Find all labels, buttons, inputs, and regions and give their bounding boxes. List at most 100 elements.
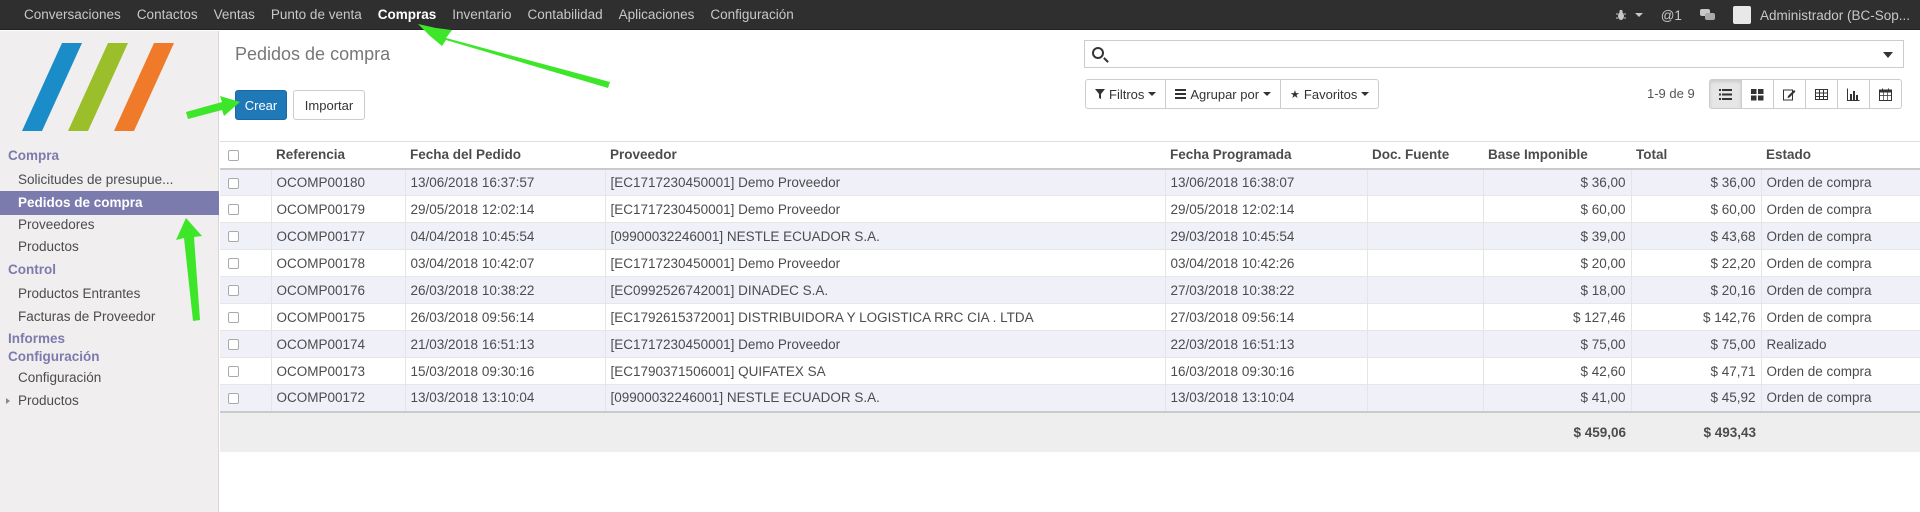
import-button[interactable]: Importar (293, 90, 365, 120)
create-button[interactable]: Crear (235, 90, 287, 120)
base-imponible-sum: $ 459,06 (1483, 410, 1631, 452)
row-checkbox[interactable] (220, 276, 272, 304)
pivot-view-button[interactable] (1805, 79, 1838, 109)
cell-doc-fuente (1367, 276, 1484, 304)
sidebar-item-productos[interactable]: Productos (0, 235, 219, 259)
cell-proveedor: [EC1717230450001] Demo Proveedor (605, 168, 1166, 196)
cell-estado: Orden de compra (1761, 195, 1920, 223)
breadcrumb: Pedidos de compra (235, 44, 391, 64)
row-checkbox[interactable] (220, 384, 272, 412)
user-menu[interactable]: Administrador (BC-Sop... (1732, 6, 1910, 24)
sidebar-item-facturas-de-proveedor[interactable]: Facturas de Proveedor (0, 305, 219, 329)
graph-view-button[interactable] (1837, 79, 1870, 109)
filters-button[interactable]: Filtros (1085, 79, 1167, 109)
favorites-button[interactable]: ★ Favoritos (1280, 79, 1380, 109)
checkbox-icon[interactable] (228, 393, 239, 405)
cell-proveedor: [09900032246001] NESTLE ECUADOR S.A. (605, 222, 1166, 250)
menu-contactos[interactable]: Contactos (129, 0, 206, 30)
cell-fecha-programada: 16/03/2018 09:30:16 (1165, 357, 1368, 385)
chevron-down-icon (1361, 92, 1370, 96)
cell-estado: Realizado (1761, 330, 1920, 358)
form-view-button[interactable] (1773, 79, 1806, 109)
table-row[interactable]: OCOMP00178 03/04/2018 10:42:07 [EC17172304… (220, 249, 1920, 277)
table-row[interactable]: OCOMP00175 26/03/2018 09:56:14 [EC17926153… (220, 303, 1920, 331)
sidebar-item-solicitudes[interactable]: Solicitudes de presupue... (0, 168, 219, 192)
column-estado[interactable]: Estado (1761, 141, 1920, 170)
row-checkbox[interactable] (220, 222, 272, 250)
cell-referencia: OCOMP00177 (271, 222, 406, 250)
checkbox-icon[interactable] (228, 366, 239, 378)
view-switcher (1709, 79, 1902, 109)
mentions-counter[interactable]: @1 (1661, 8, 1682, 23)
sidebar-item-configuracion[interactable]: Configuración (0, 366, 219, 390)
row-checkbox[interactable] (220, 195, 272, 223)
checkbox-icon[interactable] (228, 177, 239, 189)
cell-fecha-del-pedido: 29/05/2018 12:02:14 (405, 195, 606, 223)
pager-value[interactable]: 1-9 de 9 (1647, 86, 1695, 101)
column-doc-fuente[interactable]: Doc. Fuente (1367, 141, 1483, 170)
systray: @1 Administrador (BC-Sop... (1615, 0, 1910, 30)
table-row[interactable]: OCOMP00179 29/05/2018 12:02:14 [EC17172304… (220, 195, 1920, 223)
column-referencia[interactable]: Referencia (271, 141, 405, 170)
table-row[interactable]: OCOMP00177 04/04/2018 10:45:54 [0990003224… (220, 222, 1920, 250)
calendar-view-button[interactable] (1869, 79, 1902, 109)
sidebar-item-config-productos[interactable]: Productos (0, 389, 219, 413)
table-row[interactable]: OCOMP00172 13/03/2018 13:10:04 [0990003224… (220, 384, 1920, 412)
menu-contabilidad[interactable]: Contabilidad (520, 0, 611, 30)
cell-fecha-del-pedido: 13/06/2018 16:37:57 (405, 168, 606, 196)
menu-compras[interactable]: Compras (370, 0, 445, 30)
checkbox-icon[interactable] (228, 312, 239, 324)
sidebar-item-productos-entrantes[interactable]: Productos Entrantes (0, 282, 219, 306)
menu-inventario[interactable]: Inventario (444, 0, 519, 30)
cell-total: $ 75,00 (1631, 330, 1762, 358)
kanban-view-button[interactable] (1741, 79, 1774, 109)
menu-punto-de-venta[interactable]: Punto de venta (263, 0, 370, 30)
checkbox-icon[interactable] (228, 258, 239, 270)
menu-conversaciones[interactable]: Conversaciones (16, 0, 129, 30)
star-icon: ★ (1290, 88, 1300, 101)
table-row[interactable]: OCOMP00180 13/06/2018 16:37:57 [EC17172304… (220, 168, 1920, 196)
column-proveedor[interactable]: Proveedor (605, 141, 1165, 170)
row-checkbox[interactable] (220, 357, 272, 385)
sidebar-section-control: Control (8, 262, 56, 277)
groupby-label: Agrupar por (1190, 86, 1260, 102)
column-base-imponible[interactable]: Base Imponible (1483, 141, 1631, 170)
column-total[interactable]: Total (1631, 141, 1761, 170)
table-row[interactable]: OCOMP00173 15/03/2018 09:30:16 [EC17903715… (220, 357, 1920, 385)
column-fecha-del-pedido[interactable]: Fecha del Pedido (405, 141, 605, 170)
table-footer-totals: $ 459,06 $ 493,43 (220, 410, 1920, 452)
table-row[interactable]: OCOMP00176 26/03/2018 10:38:22 [EC09925267… (220, 276, 1920, 304)
sidebar-item-proveedores[interactable]: Proveedores (0, 213, 219, 237)
row-checkbox[interactable] (220, 303, 272, 331)
checkbox-icon[interactable] (228, 285, 239, 297)
groupby-button[interactable]: Agrupar por (1165, 79, 1282, 109)
checkbox-icon[interactable] (228, 231, 239, 243)
menu-configuracion[interactable]: Configuración (702, 0, 801, 30)
menu-ventas[interactable]: Ventas (206, 0, 263, 30)
checkbox-icon[interactable] (228, 339, 239, 351)
row-checkbox[interactable] (220, 168, 272, 196)
debug-menu[interactable] (1615, 9, 1643, 21)
chevron-down-icon (1263, 92, 1272, 96)
cell-fecha-del-pedido: 15/03/2018 09:30:16 (405, 357, 606, 385)
cell-fecha-del-pedido: 21/03/2018 16:51:13 (405, 330, 606, 358)
row-checkbox[interactable] (220, 330, 272, 358)
checkbox-icon[interactable] (228, 204, 239, 216)
menu-aplicaciones[interactable]: Aplicaciones (611, 0, 703, 30)
column-fecha-programada[interactable]: Fecha Programada (1165, 141, 1367, 170)
select-all-checkbox[interactable] (220, 141, 271, 170)
sidebar-section-informes[interactable]: Informes (8, 331, 65, 346)
cell-proveedor: [EC0992526742001] DINADEC S.A. (605, 276, 1166, 304)
list-view-button[interactable] (1709, 79, 1742, 109)
search-options-toggle[interactable] (1883, 52, 1893, 58)
cell-doc-fuente (1367, 195, 1484, 223)
chat-menu[interactable] (1699, 9, 1715, 21)
cell-fecha-programada: 27/03/2018 10:38:22 (1165, 276, 1368, 304)
search-input[interactable] (1084, 40, 1904, 68)
row-checkbox[interactable] (220, 249, 272, 277)
user-name: Administrador (BC-Sop... (1759, 7, 1910, 23)
table-row[interactable]: OCOMP00174 21/03/2018 16:51:13 [EC17172304… (220, 330, 1920, 358)
sidebar-item-pedidos-de-compra[interactable]: Pedidos de compra (0, 191, 219, 215)
cell-base-imponible: $ 42,60 (1483, 357, 1632, 385)
cell-estado: Orden de compra (1761, 276, 1920, 304)
